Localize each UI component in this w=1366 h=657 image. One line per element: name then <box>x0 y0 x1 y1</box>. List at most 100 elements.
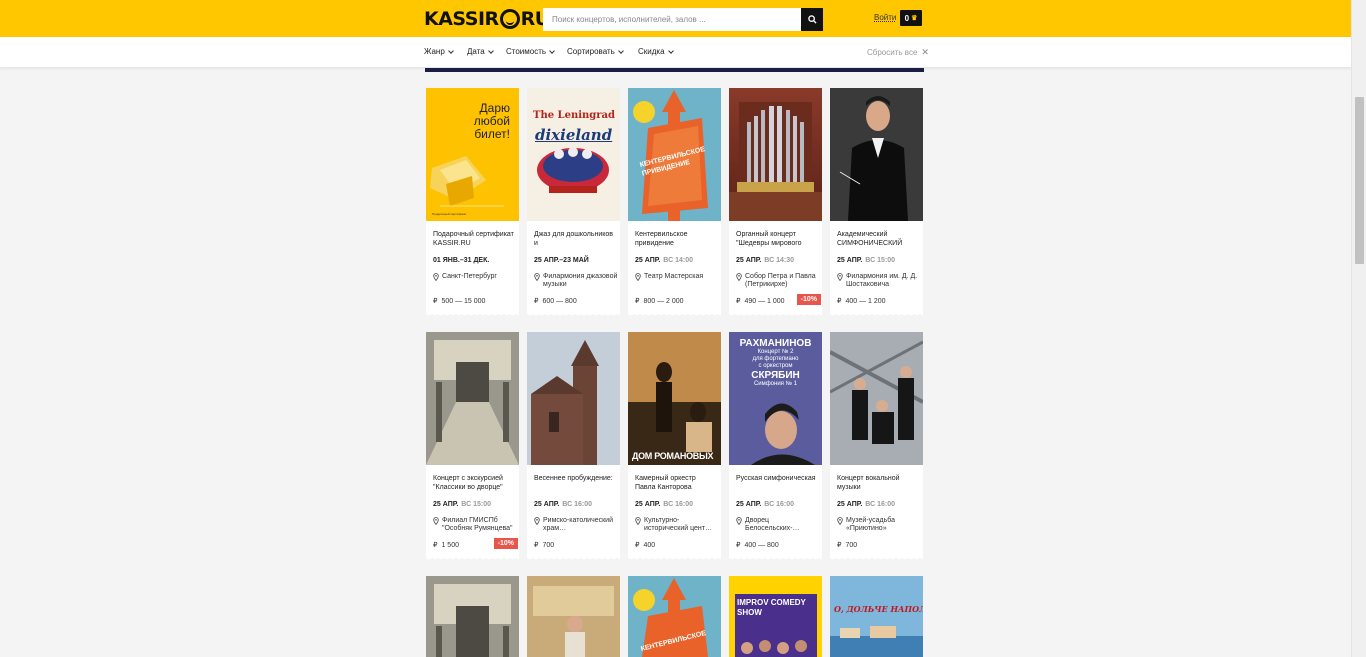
palace-interior-photo <box>426 576 519 657</box>
event-card[interactable]: Органный концерт "Шедевры мирового 25 АП… <box>729 88 822 317</box>
search-input[interactable] <box>543 8 801 31</box>
event-card[interactable]: The Leningrad dixieland Джаз для дошколь… <box>527 88 620 317</box>
event-time: ВС 15:00 <box>865 257 895 264</box>
event-poster <box>426 576 519 657</box>
price-range: 400 — 800 <box>744 542 779 549</box>
event-card[interactable]: Дарю любой билет! Подарочный сертификат … <box>426 88 519 317</box>
filter-sort[interactable]: Сортировать <box>567 47 624 56</box>
ruble-icon: ₽ <box>534 542 539 549</box>
event-card[interactable] <box>426 576 519 657</box>
venue-name: Театр Мастерская <box>644 273 704 280</box>
event-card[interactable] <box>527 576 620 657</box>
filter-genre[interactable]: Жанр <box>424 47 454 56</box>
event-venue: Филармония джазовой музыки <box>534 273 618 289</box>
comedians-photo <box>741 640 807 654</box>
event-card[interactable]: КЕНТЕРВИЛЬСКОЕ ПРИВИДЕНИЕ Кентервильское… <box>628 88 721 317</box>
top-bar: KASSIR RU Войти 0 ♛ <box>0 0 1351 37</box>
venue-name: Филармония им. Д. Д. Шостаковича <box>846 273 918 288</box>
search-bar <box>543 8 823 31</box>
ruble-icon: ₽ <box>736 542 741 549</box>
ruble-icon: ₽ <box>837 542 842 549</box>
venue-name: Музей-усадьба «Приютино» <box>846 517 895 532</box>
event-card[interactable]: О, ДОЛЬЧЕ НАПОЛИ ! <box>830 576 923 657</box>
page-scrollbar[interactable] <box>1351 0 1366 657</box>
price-range: 1 500 <box>441 542 459 549</box>
location-pin-icon <box>837 273 843 281</box>
event-time: ВС 14:30 <box>764 257 794 264</box>
event-title: Русская симфоническая <box>736 475 816 482</box>
card-edge <box>527 557 620 561</box>
filter-date-label: Дата <box>467 47 485 56</box>
event-card[interactable]: ДОМ РОМАНОВЫХ Камерный оркестр Павла Кан… <box>628 332 721 561</box>
event-venue: Собор Петра и Павла (Петрикирхе) <box>736 273 820 289</box>
location-pin-icon <box>736 273 742 281</box>
event-date: 01 ЯНВ.–31 ДЕК. <box>433 257 489 264</box>
price-range: 490 — 1 000 <box>744 298 785 305</box>
event-venue: Санкт-Петербург <box>433 273 517 281</box>
filter-discount[interactable]: Скидка <box>638 47 674 56</box>
orchestra-photo <box>628 332 721 465</box>
ruble-icon: ₽ <box>736 298 741 305</box>
filter-date[interactable]: Дата <box>467 47 494 56</box>
venue-name: Филармония джазовой музыки <box>543 273 618 288</box>
event-time: ВС 14:00 <box>663 257 693 264</box>
filter-price[interactable]: Стоимость <box>506 47 555 56</box>
price-range: 400 <box>643 542 656 549</box>
card-edge <box>830 313 923 317</box>
event-venue: Театр Мастерская <box>635 273 719 281</box>
event-card[interactable]: Весеннее пробуждение: 25 АПР. ВС 16:00 Ри… <box>527 332 620 561</box>
category-strip <box>425 68 924 72</box>
event-price: ₽400 — 1 200 <box>837 297 886 305</box>
price-range: 700 <box>845 542 858 549</box>
cart-button[interactable]: 0 ♛ <box>900 10 922 26</box>
event-price: ₽700 <box>534 541 554 549</box>
scrollbar-thumb[interactable] <box>1355 97 1364 264</box>
event-time: ВС 16:00 <box>562 501 592 508</box>
event-card[interactable]: РАХМАНИНОВ Концерт № 2 для фортепиано с … <box>729 332 822 561</box>
event-poster <box>729 88 822 221</box>
event-poster <box>830 332 923 465</box>
event-title: Подарочный сертификат KASSIR.RU <box>433 231 514 247</box>
crown-icon: ♛ <box>911 15 918 22</box>
poster-footer: Подарочный сертификат <box>432 212 467 216</box>
site-logo[interactable]: KASSIR RU <box>424 7 550 31</box>
event-price: ₽800 — 2 000 <box>635 297 684 305</box>
conductor-photo <box>830 88 923 221</box>
event-title: Кентервильское привидение <box>635 231 688 247</box>
event-date: 25 АПР. ВС 14:30 <box>736 257 794 264</box>
event-card[interactable]: Академический СИМФОНИЧЕСКИЙ 25 АПР. ВС 15… <box>830 88 923 317</box>
event-venue: Музей-усадьба «Приютино» <box>837 517 921 533</box>
event-poster: The Leningrad dixieland <box>527 88 620 221</box>
search-button[interactable] <box>801 8 823 31</box>
ruble-icon: ₽ <box>433 542 438 549</box>
login-link[interactable]: Войти <box>874 13 896 22</box>
ruble-icon: ₽ <box>433 298 438 305</box>
event-poster: Дарю любой билет! Подарочный сертификат <box>426 88 519 221</box>
poster-line-3: билет! <box>474 127 510 141</box>
price-range: 500 — 15 000 <box>441 298 486 305</box>
event-date-text: 25 АПР. <box>837 257 863 264</box>
filter-genre-label: Жанр <box>424 47 445 56</box>
event-card[interactable]: Концерт вокальной музыки 25 АПР. ВС 16:00… <box>830 332 923 561</box>
poster-line-4: Симфония № 1 <box>753 381 798 387</box>
location-pin-icon <box>635 517 641 525</box>
event-date-text: 25 АПР. <box>837 501 863 508</box>
filter-bar: Жанр Дата Стоимость Сортировать Скидка С… <box>0 37 1351 68</box>
card-edge <box>527 313 620 317</box>
event-price: ₽500 — 15 000 <box>433 297 485 305</box>
event-card[interactable]: IMPROV COMEDY SHOW <box>729 576 822 657</box>
event-card[interactable]: КЕНТЕРВИЛЬСКОЕ <box>628 576 721 657</box>
event-poster: О, ДОЛЬЧЕ НАПОЛИ ! <box>830 576 923 657</box>
event-time: ВС 16:00 <box>764 501 794 508</box>
event-date: 25 АПР. ВС 15:00 <box>837 257 895 264</box>
event-title: Органный концерт "Шедевры мирового <box>736 231 802 247</box>
venue-name: Собор Петра и Павла (Петрикирхе) <box>745 273 816 288</box>
reset-filters-button[interactable]: Сбросить все ✕ <box>867 47 929 58</box>
logo-text-left: KASSIR <box>424 8 499 30</box>
event-date: 25 АПР. ВС 15:00 <box>433 501 491 508</box>
event-venue: Филармония им. Д. Д. Шостаковича <box>837 273 921 289</box>
event-title: Джаз для дошкольников и <box>534 231 614 247</box>
venue-name: Филиал ГМИСПб "Особняк Румянцева" <box>442 517 513 532</box>
event-poster: IMPROV COMEDY SHOW <box>729 576 822 657</box>
event-card[interactable]: Концерт с экскурсией "Классики во дворце… <box>426 332 519 561</box>
